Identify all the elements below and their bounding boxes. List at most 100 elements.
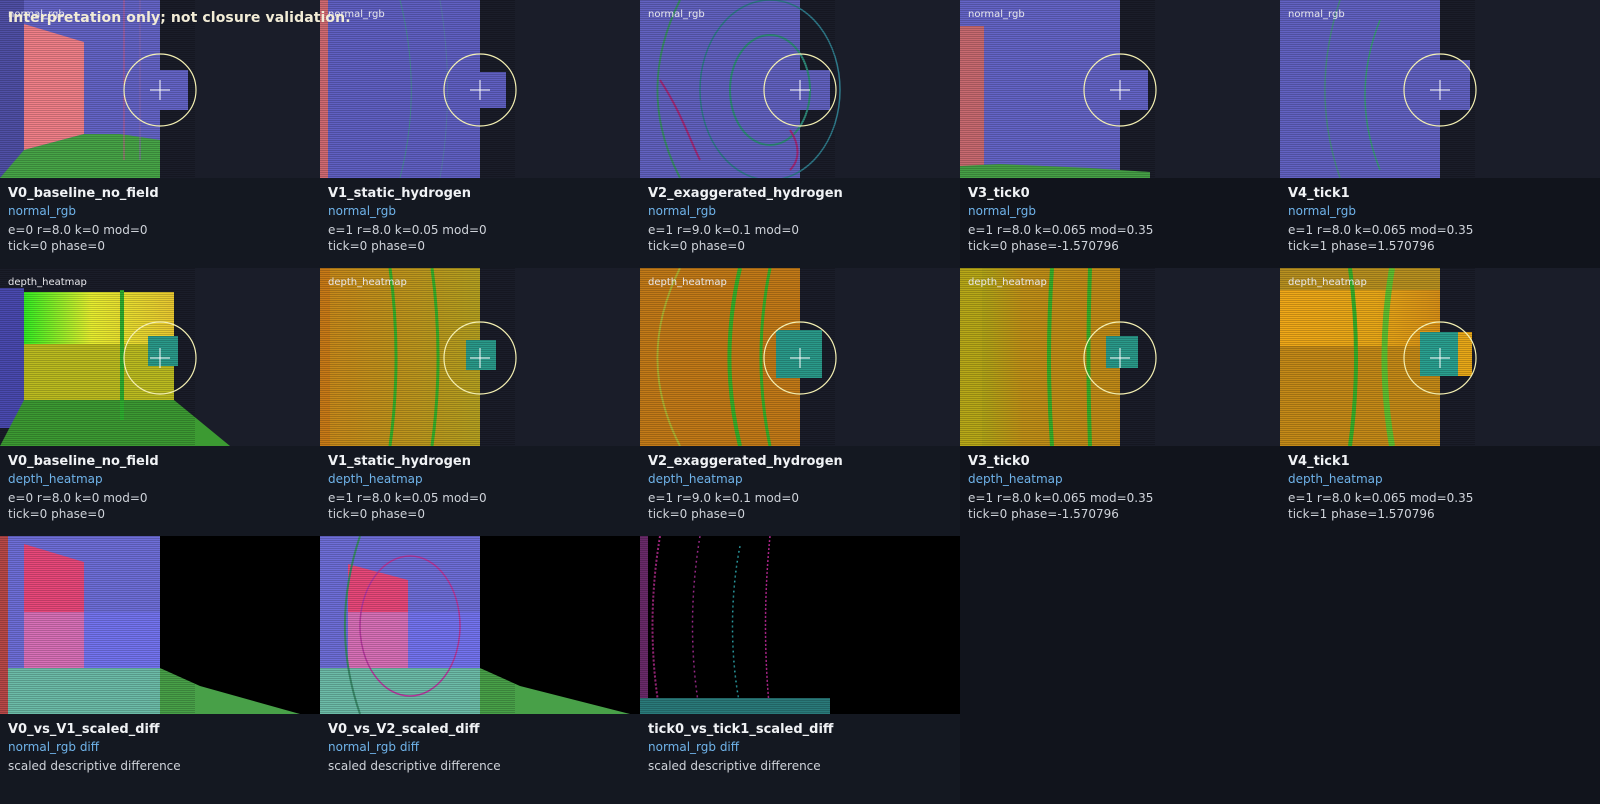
tick-phase-line: tick=0 phase=0	[328, 239, 425, 253]
render-image	[0, 268, 320, 446]
scanline-overlay	[0, 268, 195, 445]
param-line: e=1 r=8.0 k=0.065 mod=0.35	[1288, 491, 1474, 505]
panel-v1-depth[interactable]: depth_heatmap V1_static_hydrogen depth_h…	[320, 268, 640, 536]
variant-title: V4_tick1	[1288, 186, 1350, 201]
diff-description: scaled descriptive difference	[648, 759, 821, 773]
tick-phase-line: tick=0 phase=0	[648, 507, 745, 521]
render-graphic	[1280, 0, 1600, 178]
render-image	[0, 0, 320, 178]
variant-title: V0_vs_V2_scaled_diff	[328, 722, 480, 737]
scanline-overlay	[960, 268, 1155, 445]
render-graphic	[0, 268, 320, 446]
param-line: e=0 r=8.0 k=0 mod=0	[8, 491, 148, 505]
param-line: e=1 r=9.0 k=0.1 mod=0	[648, 223, 800, 237]
panel-v3-depth[interactable]: depth_heatmap V3_tick0 depth_heatmap e=1…	[960, 268, 1280, 536]
diff-description: scaled descriptive difference	[8, 759, 181, 773]
render-mode-label: normal_rgb diff	[8, 740, 100, 754]
render-mode-label: depth_heatmap	[968, 472, 1063, 486]
param-line: e=1 r=8.0 k=0.05 mod=0	[328, 491, 487, 505]
tick-phase-line: tick=0 phase=0	[8, 507, 105, 521]
tick-phase-line: tick=1 phase=1.570796	[1288, 239, 1435, 253]
render-mode-label: normal_rgb	[8, 204, 77, 218]
panel-diff-tick0-tick1[interactable]: tick0_vs_tick1_scaled_diff normal_rgb di…	[640, 536, 960, 804]
render-mode-label: depth_heatmap	[8, 472, 103, 486]
render-mode-tag: depth_heatmap	[328, 277, 407, 288]
panel-v4-depth[interactable]: depth_heatmap V4_tick1 depth_heatmap e=1…	[1280, 268, 1600, 536]
render-image	[320, 0, 640, 178]
variant-title: V1_static_hydrogen	[328, 186, 471, 201]
panel-v2-normal[interactable]: normal_rgb V2_exaggerated_hydrogen norma…	[640, 0, 960, 268]
panel-diff-v0-v2[interactable]: V0_vs_V2_scaled_diff normal_rgb diff sca…	[320, 536, 640, 804]
scanline-overlay	[640, 0, 835, 177]
render-image	[320, 536, 640, 714]
variant-title: V0_vs_V1_scaled_diff	[8, 722, 160, 737]
scanline-overlay	[1280, 268, 1475, 445]
param-line: e=1 r=8.0 k=0.065 mod=0.35	[1288, 223, 1474, 237]
scanline-overlay	[960, 0, 1155, 177]
render-graphic	[640, 268, 960, 446]
scanline-overlay	[320, 268, 515, 445]
diff-description: scaled descriptive difference	[328, 759, 501, 773]
render-graphic	[320, 268, 640, 446]
render-image	[0, 536, 320, 714]
render-graphic	[960, 268, 1280, 446]
render-mode-label: depth_heatmap	[648, 472, 743, 486]
param-line: e=1 r=8.0 k=0.065 mod=0.35	[968, 491, 1154, 505]
render-mode-label: depth_heatmap	[328, 472, 423, 486]
render-mode-label: normal_rgb diff	[648, 740, 740, 754]
tick-phase-line: tick=0 phase=0	[328, 507, 425, 521]
variant-title: V3_tick0	[968, 186, 1030, 201]
render-mode-tag: depth_heatmap	[648, 277, 727, 288]
scanline-overlay	[320, 536, 515, 713]
render-image	[640, 536, 960, 714]
variant-title: tick0_vs_tick1_scaled_diff	[648, 722, 834, 737]
render-graphic	[640, 0, 960, 178]
render-graphic	[960, 0, 1280, 178]
render-mode-tag: depth_heatmap	[8, 277, 87, 288]
render-mode-tag: normal_rgb	[968, 9, 1025, 20]
render-image	[640, 268, 960, 446]
scanline-overlay	[640, 268, 835, 445]
render-mode-tag: depth_heatmap	[1288, 277, 1367, 288]
scanline-overlay	[0, 0, 195, 177]
render-image	[960, 0, 1280, 178]
scanline-overlay	[1280, 0, 1475, 177]
variant-title: V3_tick0	[968, 454, 1030, 469]
render-image	[640, 0, 960, 178]
variant-title: V4_tick1	[1288, 454, 1350, 469]
render-graphic	[1280, 268, 1600, 446]
param-line: e=1 r=9.0 k=0.1 mod=0	[648, 491, 800, 505]
panel-v0-depth[interactable]: depth_heatmap V0_baseline_no_field depth…	[0, 268, 320, 536]
render-mode-label: normal_rgb diff	[328, 740, 420, 754]
render-mode-label: depth_heatmap	[1288, 472, 1383, 486]
scanline-overlay	[0, 536, 195, 713]
render-graphic	[320, 536, 640, 714]
param-line: e=1 r=8.0 k=0.065 mod=0.35	[968, 223, 1154, 237]
panel-v4-normal[interactable]: normal_rgb V4_tick1 normal_rgb e=1 r=8.0…	[1280, 0, 1600, 268]
panel-v3-normal[interactable]: normal_rgb V3_tick0 normal_rgb e=1 r=8.0…	[960, 0, 1280, 268]
variant-title: V2_exaggerated_hydrogen	[648, 186, 843, 201]
render-image	[1280, 268, 1600, 446]
panel-v2-depth[interactable]: depth_heatmap V2_exaggerated_hydrogen de…	[640, 268, 960, 536]
render-mode-tag: normal_rgb	[648, 9, 705, 20]
render-mode-tag: depth_heatmap	[968, 277, 1047, 288]
param-line: e=1 r=8.0 k=0.05 mod=0	[328, 223, 487, 237]
interpretation-banner: Interpretation only; not closure validat…	[8, 10, 351, 26]
tick-phase-line: tick=1 phase=1.570796	[1288, 507, 1435, 521]
panel-v1-normal[interactable]: normal_rgb V1_static_hydrogen normal_rgb…	[320, 0, 640, 268]
param-line: e=0 r=8.0 k=0 mod=0	[8, 223, 148, 237]
variant-title: V1_static_hydrogen	[328, 454, 471, 469]
scanline-overlay	[640, 536, 835, 713]
tick-phase-line: tick=0 phase=0	[648, 239, 745, 253]
scanline-overlay	[320, 0, 515, 177]
variant-title: V0_baseline_no_field	[8, 454, 159, 469]
render-image	[320, 268, 640, 446]
render-mode-label: normal_rgb	[1288, 204, 1357, 218]
variant-title: V0_baseline_no_field	[8, 186, 159, 201]
panel-v0-normal[interactable]: normal_rgb V0_baseline_no_field normal_r…	[0, 0, 320, 268]
render-graphic	[320, 0, 640, 178]
render-image	[960, 268, 1280, 446]
render-graphic	[640, 536, 960, 714]
panel-diff-v0-v1[interactable]: V0_vs_V1_scaled_diff normal_rgb diff sca…	[0, 536, 320, 804]
render-mode-tag: normal_rgb	[1288, 9, 1345, 20]
